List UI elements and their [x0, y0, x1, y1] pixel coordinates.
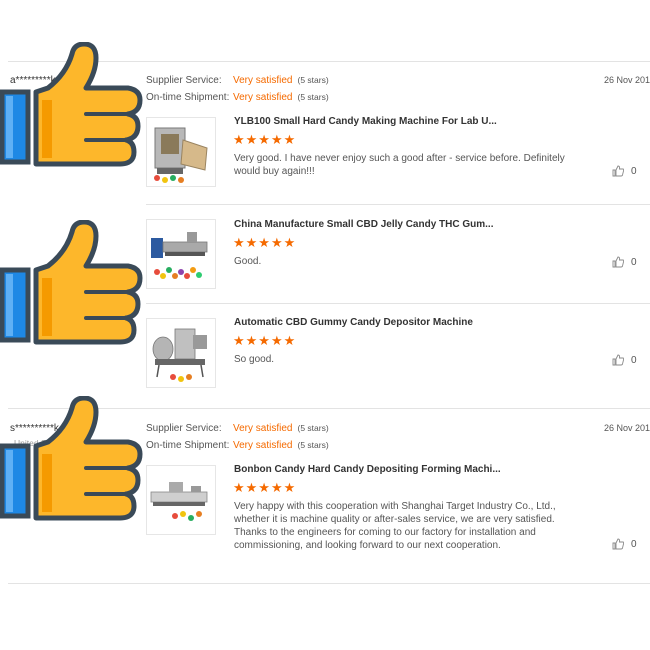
product-image[interactable] — [146, 219, 216, 289]
rating-text: Very satisfied — [233, 92, 293, 103]
divider — [146, 303, 650, 304]
product-title-link[interactable]: Automatic CBD Gummy Candy Depositor Mach… — [234, 317, 473, 328]
like-count: 0 — [631, 256, 637, 268]
like-button[interactable]: 0 — [612, 256, 637, 268]
rating-text: Very satisfied — [233, 75, 293, 86]
supplier-service-rating: Very satisfied (5 stars) — [233, 423, 329, 434]
product-title-link[interactable]: China Manufacture Small CBD Jelly Candy … — [234, 219, 494, 230]
review-date: 26 Nov 2019 — [604, 423, 650, 433]
like-count: 0 — [631, 538, 637, 550]
review-comment: Very good. I have never enjoy such a goo… — [234, 153, 565, 177]
product-title-link[interactable]: Bonbon Candy Hard Candy Depositing Formi… — [234, 464, 501, 475]
shipment-rating: Very satisfied (5 stars) — [233, 92, 329, 103]
review-comment: Very happy with this cooperation with Sh… — [234, 501, 556, 551]
thumbs-up-icon — [0, 396, 148, 526]
like-icon — [612, 256, 624, 268]
divider — [146, 204, 650, 205]
rating-stars-count: (5 stars) — [297, 75, 329, 85]
star-rating: ★★★★★ — [233, 333, 297, 348]
rating-text: Very satisfied — [233, 440, 293, 451]
star-rating: ★★★★★ — [233, 235, 297, 250]
like-button[interactable]: 0 — [612, 538, 637, 550]
shipment-rating: Very satisfied (5 stars) — [233, 440, 329, 451]
divider — [8, 583, 650, 584]
thumbs-up-icon — [0, 220, 148, 350]
like-count: 0 — [631, 165, 637, 177]
product-title-link[interactable]: YLB100 Small Hard Candy Making Machine F… — [234, 116, 497, 127]
like-icon — [612, 538, 624, 550]
review-date: 26 Nov 2019 — [604, 75, 650, 85]
shipment-label: On-time Shipment: — [146, 440, 230, 451]
supplier-service-rating: Very satisfied (5 stars) — [233, 75, 329, 86]
review-comment: Good. — [234, 256, 262, 267]
like-icon — [612, 165, 624, 177]
like-button[interactable]: 0 — [612, 354, 637, 366]
star-rating: ★★★★★ — [233, 132, 297, 147]
product-image[interactable] — [146, 117, 216, 187]
star-rating: ★★★★★ — [233, 480, 297, 495]
thumbs-up-icon — [0, 42, 148, 172]
rating-stars-count: (5 stars) — [297, 92, 329, 102]
like-count: 0 — [631, 354, 637, 366]
product-image[interactable] — [146, 465, 216, 535]
like-icon — [612, 354, 624, 366]
product-image[interactable] — [146, 318, 216, 388]
like-button[interactable]: 0 — [612, 165, 637, 177]
rating-text: Very satisfied — [233, 423, 293, 434]
rating-stars-count: (5 stars) — [297, 440, 329, 450]
review-comment: So good. — [234, 354, 275, 365]
rating-stars-count: (5 stars) — [297, 423, 329, 433]
shipment-label: On-time Shipment: — [146, 92, 230, 103]
supplier-service-label: Supplier Service: — [146, 423, 222, 434]
supplier-service-label: Supplier Service: — [146, 75, 222, 86]
